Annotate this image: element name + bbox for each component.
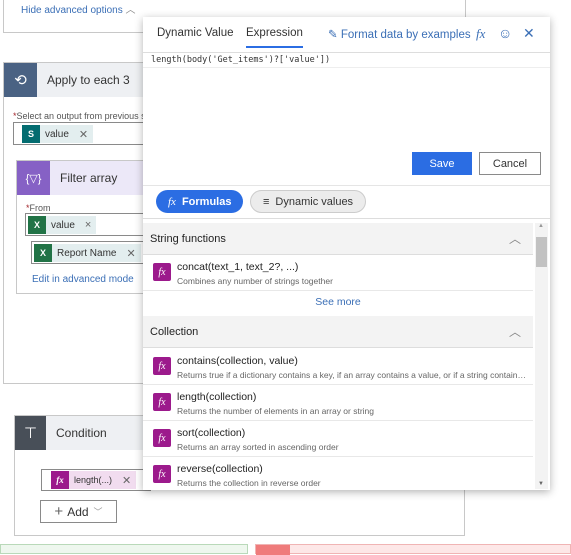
see-more-link[interactable]: See more bbox=[143, 296, 533, 308]
function-item-reverse[interactable]: fx reverse(collection) Returns the collect… bbox=[143, 457, 533, 490]
format-data-label: Format data by examples bbox=[340, 29, 471, 41]
remove-token-icon[interactable]: ✕ bbox=[74, 128, 93, 141]
chevron-up-icon: ︿ bbox=[508, 232, 521, 246]
sharepoint-icon: S bbox=[22, 125, 40, 143]
tab-dynamic-value[interactable]: Dynamic Value bbox=[157, 27, 234, 39]
edit-advanced-mode-link[interactable]: Edit in advanced mode bbox=[32, 274, 134, 285]
function-item-contains[interactable]: fx contains(collection, value) Returns tru… bbox=[143, 349, 533, 385]
remove-token-icon[interactable]: × bbox=[80, 219, 96, 231]
expression-input[interactable]: length(body('Get_items')?['value']) bbox=[143, 52, 550, 167]
length-token[interactable]: fx length(...) ✕ bbox=[51, 471, 137, 489]
hide-advanced-options-link[interactable]: Hide advanced options ︿ bbox=[21, 1, 136, 16]
function-item-length[interactable]: fx length(collection) Returns the number o… bbox=[143, 385, 533, 421]
dynamic-values-icon: ≡ bbox=[263, 195, 270, 208]
token-label: length(...) bbox=[74, 475, 113, 485]
function-name: contains(collection, value) bbox=[177, 355, 298, 367]
dynamic-values-button[interactable]: ≡ Dynamic values bbox=[250, 190, 367, 213]
chevron-up-icon: ︿ bbox=[125, 5, 136, 16]
function-desc: Returns true if a dictionary contains a … bbox=[177, 370, 527, 380]
function-name: concat(text_1, text_2?, ...) bbox=[177, 261, 299, 273]
function-desc: Returns the collection in reverse order bbox=[177, 478, 321, 488]
function-item-sort[interactable]: fx sort(collection) Returns an array sorte… bbox=[143, 421, 533, 457]
fx-icon[interactable]: fx bbox=[476, 26, 485, 42]
section-title: String functions bbox=[150, 232, 226, 245]
section-collection[interactable]: Collection ︿ bbox=[143, 316, 533, 348]
fx-icon: fx bbox=[153, 393, 171, 411]
function-name: length(collection) bbox=[177, 391, 257, 403]
scrollbar[interactable]: ▲ ▼ bbox=[535, 223, 548, 489]
token-label: value bbox=[51, 219, 75, 231]
token-label: value bbox=[45, 128, 69, 140]
divider bbox=[143, 185, 550, 186]
fx-icon: fx bbox=[168, 195, 176, 208]
excel-icon: X bbox=[28, 216, 46, 234]
smiley-feedback-icon[interactable]: ☺ bbox=[498, 25, 512, 41]
add-label: Add bbox=[67, 504, 89, 519]
cancel-button[interactable]: Cancel bbox=[479, 152, 541, 175]
function-name: sort(collection) bbox=[177, 427, 246, 439]
section-title: Collection bbox=[150, 325, 199, 338]
fx-icon: fx bbox=[153, 429, 171, 447]
from-label-text: From bbox=[29, 203, 51, 213]
function-desc: Combines any number of strings together bbox=[177, 276, 333, 286]
fx-icon: fx bbox=[153, 357, 171, 375]
fx-icon: fx bbox=[153, 465, 171, 483]
expression-text: length(body('Get_items')?['value']) bbox=[143, 53, 550, 68]
function-desc: Returns the number of elements in an arr… bbox=[177, 406, 375, 416]
remove-token-icon[interactable]: ✕ bbox=[121, 247, 140, 260]
chevron-down-icon: ﹀ bbox=[93, 507, 103, 517]
function-name: reverse(collection) bbox=[177, 463, 263, 475]
fx-icon: fx bbox=[153, 263, 171, 281]
condition-left-input[interactable]: fx length(...) ✕ bbox=[41, 469, 151, 491]
loop-icon: ⟲ bbox=[4, 63, 37, 97]
no-branch-icon bbox=[256, 545, 290, 555]
chevron-up-icon: ︿ bbox=[508, 325, 521, 339]
value-token: Svalue ✕ bbox=[22, 125, 94, 143]
format-data-link[interactable]: ✎ Format data by examples bbox=[328, 27, 471, 41]
function-list: String functions ︿ fx concat(text_1, text_… bbox=[143, 218, 550, 490]
from-label: *From bbox=[26, 203, 51, 213]
filter-array-title: Filter array bbox=[60, 171, 118, 185]
expression-popup: Dynamic Value Expression ✎ Format data b… bbox=[143, 17, 550, 490]
plus-icon: + bbox=[54, 503, 64, 520]
save-button[interactable]: Save bbox=[412, 152, 472, 175]
remove-token-icon[interactable]: ✕ bbox=[117, 474, 136, 487]
condition-icon: ⊤ bbox=[15, 416, 46, 450]
scrollbar-thumb[interactable] bbox=[536, 237, 547, 267]
formulas-button[interactable]: fx Formulas bbox=[156, 190, 244, 213]
close-icon[interactable]: ✕ bbox=[523, 25, 535, 42]
scroll-down-icon[interactable]: ▼ bbox=[538, 481, 544, 487]
condition-title: Condition bbox=[56, 426, 107, 440]
report-name-token: X Report Name ✕ bbox=[34, 244, 141, 262]
excel-icon: X bbox=[34, 244, 52, 262]
fx-icon: fx bbox=[51, 471, 69, 489]
format-icon: ✎ bbox=[328, 29, 338, 41]
select-output-label-text: Select an output from previous steps bbox=[16, 111, 163, 121]
scroll-up-icon[interactable]: ▲ bbox=[538, 223, 544, 229]
value-token: Xvalue × bbox=[28, 216, 97, 234]
hide-advanced-label: Hide advanced options bbox=[21, 5, 123, 16]
add-button[interactable]: + Add ﹀ bbox=[40, 500, 117, 523]
function-item-concat[interactable]: fx concat(text_1, text_2?, ...) Combines a… bbox=[143, 255, 533, 291]
no-branch bbox=[255, 544, 571, 555]
section-string-functions[interactable]: String functions ︿ bbox=[143, 223, 533, 255]
apply-to-each-title: Apply to each 3 bbox=[47, 73, 130, 87]
filter-icon: {▽} bbox=[17, 161, 50, 195]
token-label: Report Name bbox=[57, 247, 117, 259]
yes-branch bbox=[0, 544, 248, 554]
function-desc: Returns an array sorted in ascending ord… bbox=[177, 442, 339, 452]
select-output-label: *Select an output from previous steps bbox=[13, 111, 163, 121]
formulas-label: Formulas bbox=[181, 195, 232, 208]
tab-expression[interactable]: Expression bbox=[246, 27, 303, 48]
dynamic-values-label: Dynamic values bbox=[275, 195, 354, 208]
